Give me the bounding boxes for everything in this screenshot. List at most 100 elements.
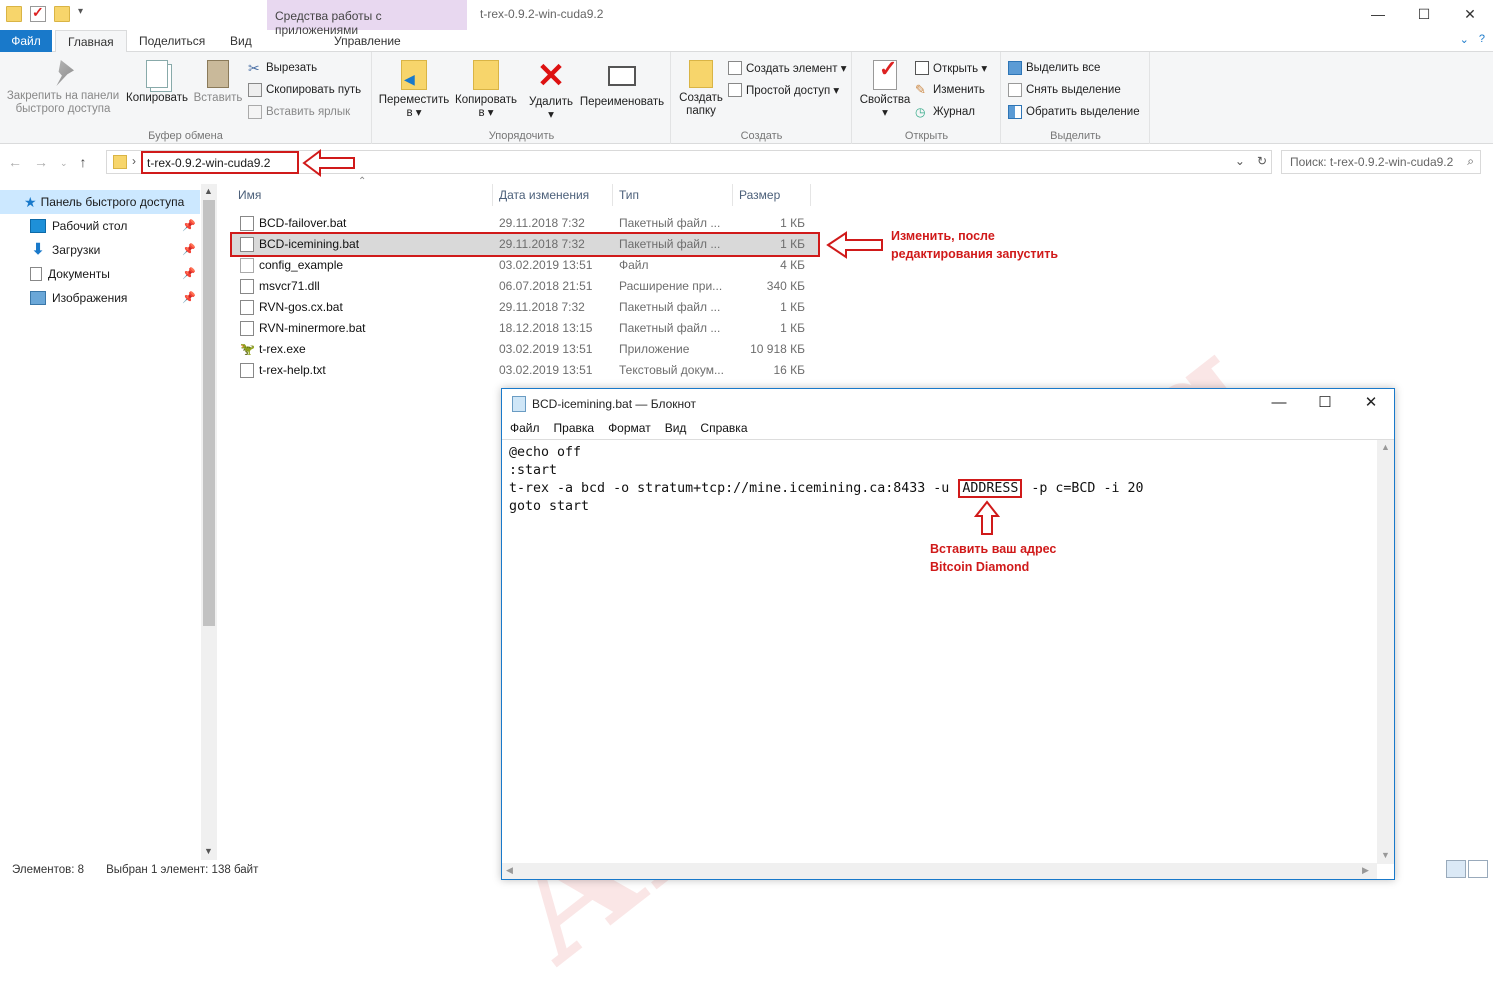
- close-icon[interactable]: ✕: [1348, 389, 1394, 419]
- tab-home[interactable]: Главная: [55, 30, 127, 53]
- pin-icon[interactable]: 📌: [182, 238, 196, 262]
- notepad-window-controls: — ☐ ✕: [1256, 389, 1394, 419]
- breadcrumb-separator-icon[interactable]: ›: [132, 154, 136, 168]
- file-row[interactable]: 🦖 t-rex.exe 03.02.2019 13:51 Приложение …: [230, 339, 818, 360]
- properties-icon[interactable]: [30, 4, 46, 22]
- minimize-icon[interactable]: —: [1355, 0, 1401, 28]
- column-header-size[interactable]: Размер: [739, 184, 780, 206]
- file-row[interactable]: msvcr71.dll 06.07.2018 21:51 Расширение …: [230, 276, 818, 297]
- folder-icon[interactable]: [6, 6, 22, 22]
- copy-path-button[interactable]: Скопировать путь: [248, 83, 361, 97]
- maximize-icon[interactable]: ☐: [1302, 389, 1348, 419]
- annotation-insert-address: Вставить ваш адрес Bitcoin Diamond: [930, 542, 1057, 574]
- menu-file[interactable]: Файл: [510, 419, 540, 439]
- file-row[interactable]: RVN-minermore.bat 18.12.2018 13:15 Пакет…: [230, 318, 818, 339]
- menu-help[interactable]: Справка: [700, 419, 747, 439]
- close-icon[interactable]: ✕: [1447, 0, 1493, 28]
- cut-button[interactable]: ✂ Вырезать: [248, 61, 317, 75]
- new-item-button[interactable]: Создать элемент ▾: [728, 61, 847, 75]
- notepad-icon: [512, 396, 526, 412]
- file-row[interactable]: config_example 03.02.2019 13:51 Файл 4 К…: [230, 255, 818, 276]
- scroll-up-icon[interactable]: ▲: [1381, 442, 1390, 452]
- menu-format[interactable]: Формат: [608, 419, 651, 439]
- history-button[interactable]: ◷ Журнал: [915, 105, 975, 119]
- details-view-icon[interactable]: [1446, 860, 1466, 878]
- paste-shortcut-button[interactable]: Вставить ярлык: [248, 105, 350, 119]
- menu-view[interactable]: Вид: [665, 419, 687, 439]
- paste-button[interactable]: Вставить: [192, 60, 244, 105]
- window-title: t-rex-0.9.2-win-cuda9.2: [480, 7, 604, 21]
- copy-to-button[interactable]: Копировать в ▾: [452, 60, 520, 120]
- menu-edit[interactable]: Правка: [554, 419, 595, 439]
- tab-view[interactable]: Вид: [218, 30, 264, 52]
- nav-scrollbar[interactable]: ▲ ▼: [201, 184, 217, 860]
- file-row[interactable]: BCD-failover.bat 29.11.2018 7:32 Пакетны…: [230, 213, 818, 234]
- delete-button[interactable]: ✕ Удалить ▾: [525, 59, 577, 122]
- column-header-date[interactable]: Дата изменения: [499, 184, 589, 206]
- tab-manage[interactable]: Управление: [322, 30, 413, 52]
- nav-arrows: ← → ⌄ ↑: [8, 154, 87, 172]
- ribbon: Закрепить на панели быстрого доступа Коп…: [0, 52, 1493, 144]
- notepad-vertical-scrollbar[interactable]: ▲ ▼: [1377, 440, 1394, 864]
- pin-icon[interactable]: 📌: [182, 214, 196, 238]
- search-icon[interactable]: ⌕: [1467, 154, 1474, 169]
- up-arrow-icon[interactable]: ↑: [80, 154, 87, 172]
- select-none-button[interactable]: Снять выделение: [1008, 83, 1121, 97]
- notepad-horizontal-scrollbar[interactable]: ◀ ▶: [502, 863, 1377, 879]
- copy-button[interactable]: Копировать: [124, 60, 190, 105]
- pin-icon[interactable]: 📌: [182, 262, 196, 286]
- nav-documents[interactable]: Документы 📌: [0, 262, 200, 286]
- tab-file[interactable]: Файл: [0, 30, 52, 52]
- pin-quick-access-button[interactable]: Закрепить на панели быстрого доступа: [4, 60, 122, 116]
- back-arrow-icon[interactable]: ←: [8, 154, 22, 172]
- properties-button[interactable]: Свойства ▾: [857, 60, 913, 120]
- nav-downloads[interactable]: ⬇ Загрузки 📌: [0, 238, 200, 262]
- pin-icon[interactable]: 📌: [182, 286, 196, 310]
- select-all-button[interactable]: Выделить все: [1008, 61, 1100, 75]
- column-header-type[interactable]: Тип: [619, 184, 639, 206]
- scroll-left-icon[interactable]: ◀: [506, 865, 513, 876]
- nav-pictures[interactable]: Изображения 📌: [0, 286, 200, 310]
- refresh-icon[interactable]: ↻: [1257, 154, 1267, 168]
- file-row[interactable]: t-rex-help.txt 03.02.2019 13:51 Текстовы…: [230, 360, 818, 381]
- column-header-name[interactable]: Имя: [238, 184, 261, 206]
- scrollbar-thumb[interactable]: [203, 200, 215, 626]
- window-titlebar: ▾ Средства работы с приложениями t-rex-0…: [0, 0, 1493, 37]
- easy-access-button[interactable]: Простой доступ ▾: [728, 83, 839, 97]
- address-bar[interactable]: › t-rex-0.9.2-win-cuda9.2 ⌄ ↻: [106, 150, 1272, 174]
- scroll-up-icon[interactable]: ▲: [204, 186, 213, 196]
- customize-toolbar-icon[interactable]: ▾: [78, 6, 83, 22]
- forward-arrow-icon[interactable]: →: [34, 154, 48, 172]
- annotation-highlight-file: [230, 232, 820, 257]
- nav-quick-access[interactable]: ★ Панель быстрого доступа: [0, 190, 200, 214]
- large-icons-view-icon[interactable]: [1468, 860, 1488, 878]
- invert-selection-button[interactable]: Обратить выделение: [1008, 105, 1140, 119]
- search-input[interactable]: Поиск: t-rex-0.9.2-win-cuda9.2 ⌕: [1281, 150, 1481, 174]
- recent-locations-icon[interactable]: ⌄: [60, 154, 68, 172]
- notepad-text[interactable]: @echo off:start t-rex -a bcd -o stratum+t…: [509, 444, 1143, 516]
- open-button[interactable]: Открыть ▾: [915, 61, 987, 75]
- scroll-down-icon[interactable]: ▼: [204, 846, 213, 856]
- pin-icon: [56, 60, 74, 86]
- new-folder-button[interactable]: Создать папку: [676, 60, 726, 118]
- maximize-icon[interactable]: ☐: [1401, 0, 1447, 28]
- status-item-count: Элементов: 8: [12, 864, 85, 876]
- minimize-icon[interactable]: —: [1256, 389, 1302, 419]
- tab-share[interactable]: Поделиться: [127, 30, 217, 52]
- edit-button[interactable]: ✎ Изменить: [915, 83, 985, 97]
- notepad-text-area[interactable]: @echo off:start t-rex -a bcd -o stratum+t…: [502, 439, 1394, 879]
- select-none-icon: [1008, 83, 1022, 97]
- nav-desktop[interactable]: Рабочий стол 📌: [0, 214, 200, 238]
- new-folder-icon[interactable]: [54, 6, 70, 22]
- scroll-right-icon[interactable]: ▶: [1362, 865, 1369, 876]
- address-path[interactable]: t-rex-0.9.2-win-cuda9.2: [141, 151, 299, 174]
- address-dropdown-icon[interactable]: ⌄: [1235, 154, 1245, 168]
- collapse-ribbon-icon[interactable]: ⌄: [1460, 33, 1469, 46]
- scroll-down-icon[interactable]: ▼: [1381, 850, 1390, 860]
- annotation-arrow-address: [302, 149, 355, 177]
- move-to-icon: [401, 60, 427, 90]
- move-to-button[interactable]: Переместить в ▾: [378, 60, 450, 120]
- help-icon[interactable]: ?: [1479, 33, 1485, 46]
- file-row[interactable]: RVN-gos.cx.bat 29.11.2018 7:32 Пакетный …: [230, 297, 818, 318]
- rename-button[interactable]: Переименовать: [577, 60, 667, 109]
